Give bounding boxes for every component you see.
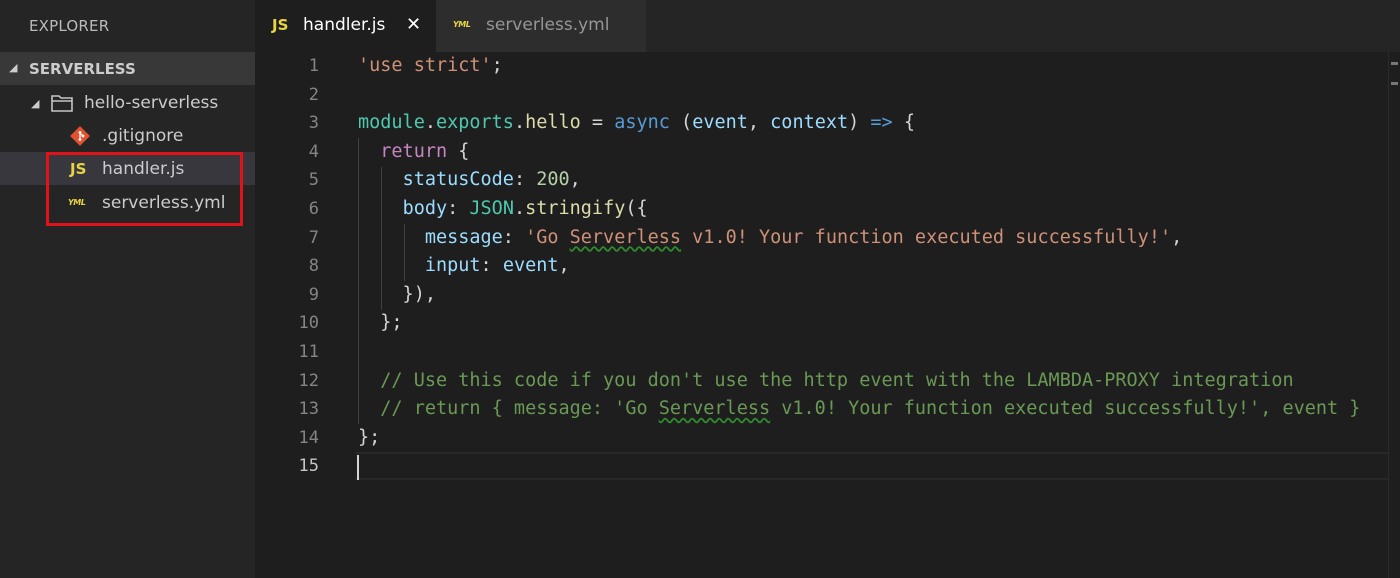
code-line: 9 }), (255, 281, 1400, 310)
code-line: 11 (255, 338, 1400, 367)
line-number: 5 (308, 170, 319, 191)
code-line: 4 return { (255, 138, 1400, 167)
code-line: 1 'use strict'; (255, 52, 1400, 81)
line-number: 3 (308, 113, 319, 134)
line-number: 12 (298, 370, 319, 391)
code-line: 3 module.exports.hello = async (event, c… (255, 109, 1400, 138)
git-icon (70, 126, 90, 146)
code-line: 12 // Use this code if you don't use the… (255, 367, 1400, 396)
text-cursor (357, 455, 359, 480)
code-text: 'use strict'; (358, 55, 503, 76)
line-number: 14 (298, 427, 319, 448)
explorer-sidebar: EXPLORER ◢ SERVERLESS ◢ hello-serverless… (0, 0, 255, 578)
token: 'Go (525, 226, 570, 248)
folder-hello-serverless[interactable]: ◢ hello-serverless (0, 86, 255, 119)
code-line: 2 (255, 81, 1400, 110)
code-text: }; (358, 426, 381, 448)
spellcheck-squiggle: Serverless (569, 226, 682, 248)
code-editor[interactable]: 1 'use strict'; 2 3 module.exports.hello… (255, 52, 1400, 578)
tab-label: handler.js (303, 15, 386, 35)
spellcheck-squiggle: Serverless (658, 398, 771, 420)
editor-tab-bar: JS handler.js ✕ YML serverless.yml (255, 0, 1400, 52)
token: // return { message: 'Go (380, 398, 659, 420)
tab-serverless-yml[interactable]: YML serverless.yml (436, 0, 646, 52)
code-text: module.exports.hello = async (event, con… (358, 112, 915, 134)
token: return (380, 140, 448, 162)
token: async (614, 112, 670, 134)
highlight-annotation-box (46, 152, 243, 226)
token: event (502, 255, 559, 277)
line-number: 13 (298, 399, 319, 420)
yml-icon: YML (453, 20, 471, 29)
code-line: 10 }; (255, 309, 1400, 338)
code-text: // Use this code if you don't use the ht… (358, 369, 1294, 391)
token: message (424, 226, 503, 248)
file-gitignore[interactable]: .gitignore (0, 119, 255, 152)
token: statusCode (402, 169, 514, 191)
chevron-down-icon: ◢ (31, 97, 40, 110)
token: input (424, 255, 481, 277)
code-line: 13 // return { message: 'Go Serverless v… (255, 395, 1400, 424)
token: v1.0! Your function executed successfull… (770, 398, 1361, 420)
line-number: 7 (308, 227, 319, 248)
scrollbar-marker (1391, 62, 1398, 65)
code-line: 7 message: 'Go Serverless v1.0! Your fun… (255, 224, 1400, 253)
code-text: }; (358, 312, 403, 334)
section-label: SERVERLESS (29, 60, 136, 78)
token: hello (525, 112, 581, 134)
line-number: 15 (298, 456, 319, 477)
line-number: 1 (308, 56, 319, 76)
token: v1.0! Your function executed successfull… (681, 226, 1172, 248)
token: 'use strict' (358, 55, 492, 76)
code-text: // return { message: 'Go Serverless v1.0… (358, 398, 1360, 419)
folder-open-icon (51, 95, 73, 112)
token: 200 (536, 169, 570, 191)
line-number: 11 (298, 342, 319, 362)
folder-label: hello-serverless (84, 93, 219, 113)
token: // Use this code if you don't use the ht… (380, 369, 1294, 391)
code-line: 5 statusCode: 200, (255, 166, 1400, 195)
file-label: .gitignore (102, 126, 184, 146)
scrollbar-marker (1391, 82, 1398, 85)
code-text: body: JSON.stringify({ (402, 198, 648, 219)
tab-handler-js[interactable]: JS handler.js ✕ (255, 0, 436, 52)
explorer-title: EXPLORER (29, 17, 110, 35)
token: exports (435, 112, 514, 134)
code-text: input: event, (424, 255, 570, 277)
code-line: 14 }; (255, 424, 1400, 453)
code-line: 15 (255, 452, 1400, 481)
line-number: 9 (308, 284, 319, 305)
line-number: 2 (308, 84, 319, 105)
line-number: 10 (298, 313, 319, 334)
token: module (358, 112, 425, 134)
code-line: 6 body: JSON.stringify({ (255, 195, 1400, 224)
code-line: 8 input: event, (255, 252, 1400, 281)
code-text: }), (358, 283, 436, 305)
tab-label: serverless.yml (486, 15, 610, 35)
section-header-serverless[interactable]: ◢ SERVERLESS (0, 52, 255, 85)
token: JSON (469, 198, 514, 219)
line-number: 8 (308, 256, 319, 277)
code-text: message: 'Go Serverless v1.0! Your funct… (424, 226, 1183, 248)
js-icon: JS (272, 16, 289, 34)
token: body (402, 198, 448, 219)
code-text: statusCode: 200, (402, 169, 581, 191)
token: event (692, 112, 748, 134)
token: => (870, 112, 893, 134)
chevron-down-icon: ◢ (9, 61, 18, 74)
vertical-scrollbar[interactable] (1388, 52, 1400, 578)
token: context (770, 112, 849, 134)
close-icon[interactable]: ✕ (406, 14, 421, 35)
line-number: 6 (308, 199, 319, 219)
code-text: return { (380, 140, 470, 162)
line-number: 4 (308, 141, 319, 162)
token: stringify (525, 198, 626, 219)
